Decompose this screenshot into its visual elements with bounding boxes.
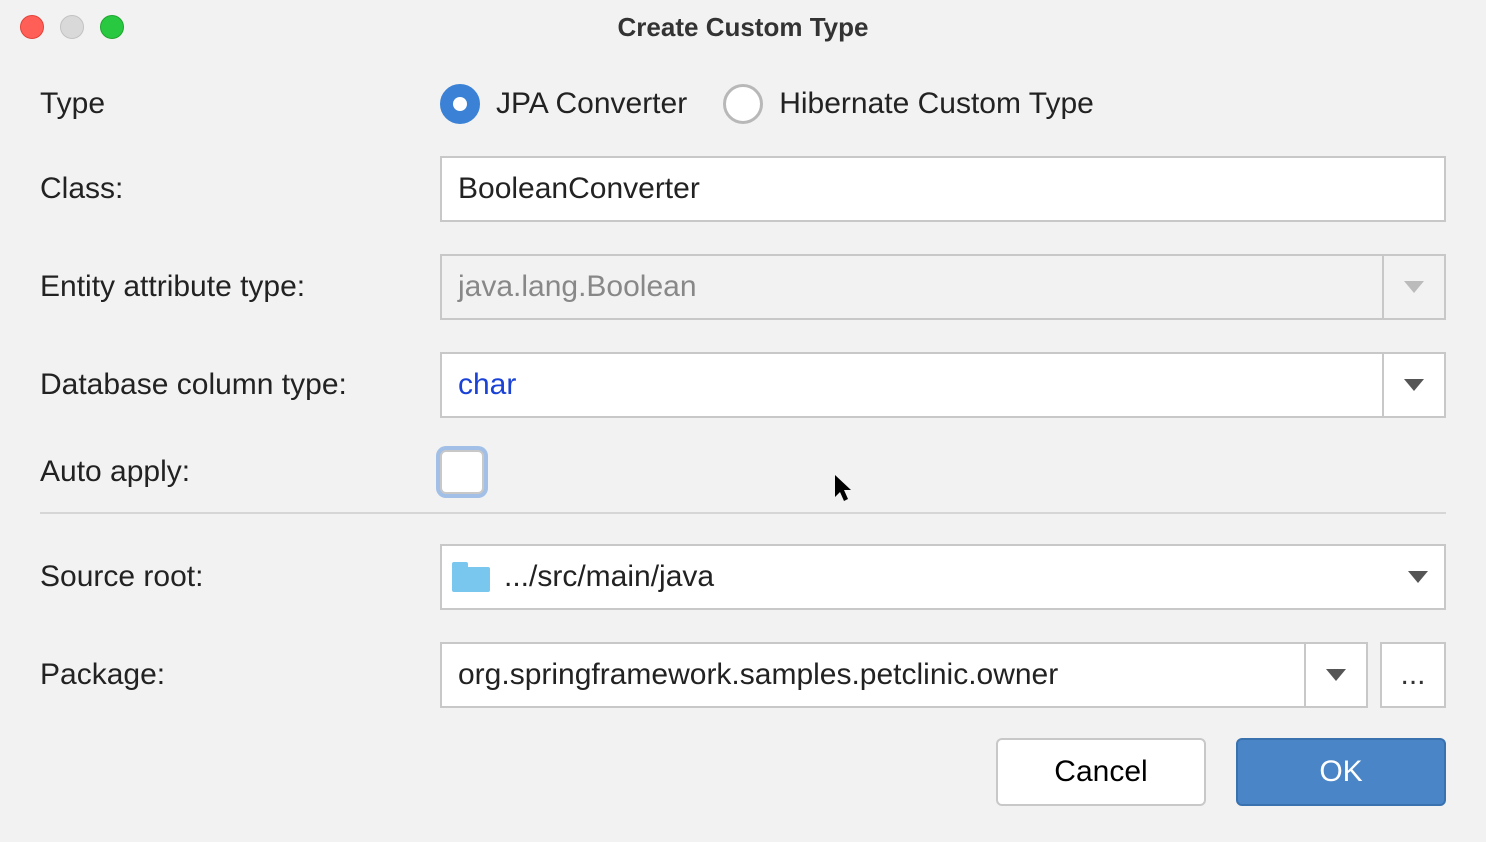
source-root-label: Source root: (40, 560, 440, 594)
cancel-button[interactable]: Cancel (996, 738, 1206, 806)
entity-attribute-type-label: Entity attribute type: (40, 270, 440, 304)
auto-apply-checkbox[interactable] (440, 450, 484, 494)
minimize-icon (60, 15, 84, 39)
package-combo[interactable]: org.springframework.samples.petclinic.ow… (440, 642, 1368, 708)
chevron-down-icon (1408, 571, 1428, 583)
divider (40, 512, 1446, 514)
radio-hibernate-custom-type[interactable]: Hibernate Custom Type (723, 84, 1094, 124)
database-column-type-value[interactable]: char (442, 354, 1382, 416)
package-label: Package: (40, 658, 440, 692)
radio-icon (440, 84, 480, 124)
database-column-type-dropdown[interactable] (1382, 354, 1444, 416)
browse-package-button[interactable]: ... (1380, 642, 1446, 708)
entity-attribute-type-value: java.lang.Boolean (442, 256, 1382, 318)
chevron-down-icon (1404, 379, 1424, 391)
zoom-icon[interactable] (100, 15, 124, 39)
class-label: Class: (40, 172, 440, 206)
database-column-type-combo[interactable]: char (440, 352, 1446, 418)
radio-jpa-label: JPA Converter (496, 87, 687, 121)
window-title: Create Custom Type (0, 12, 1486, 43)
source-root-value: .../src/main/java (504, 560, 1408, 594)
titlebar: Create Custom Type (0, 0, 1486, 54)
close-icon[interactable] (20, 15, 44, 39)
radio-icon (723, 84, 763, 124)
package-value[interactable]: org.springframework.samples.petclinic.ow… (442, 644, 1304, 706)
source-root-combo[interactable]: .../src/main/java (440, 544, 1446, 610)
folder-icon (452, 562, 490, 592)
auto-apply-label: Auto apply: (40, 455, 440, 489)
chevron-down-icon (1404, 281, 1424, 293)
database-column-type-label: Database column type: (40, 368, 440, 402)
type-label: Type (40, 87, 440, 121)
radio-hibernate-label: Hibernate Custom Type (779, 87, 1094, 121)
window-controls (20, 15, 124, 39)
type-radio-group: JPA Converter Hibernate Custom Type (440, 84, 1446, 124)
chevron-down-icon (1326, 669, 1346, 681)
entity-attribute-type-combo: java.lang.Boolean (440, 254, 1446, 320)
entity-attribute-type-dropdown (1382, 256, 1444, 318)
ok-button[interactable]: OK (1236, 738, 1446, 806)
radio-jpa-converter[interactable]: JPA Converter (440, 84, 687, 124)
class-input[interactable] (440, 156, 1446, 222)
package-dropdown[interactable] (1304, 644, 1366, 706)
